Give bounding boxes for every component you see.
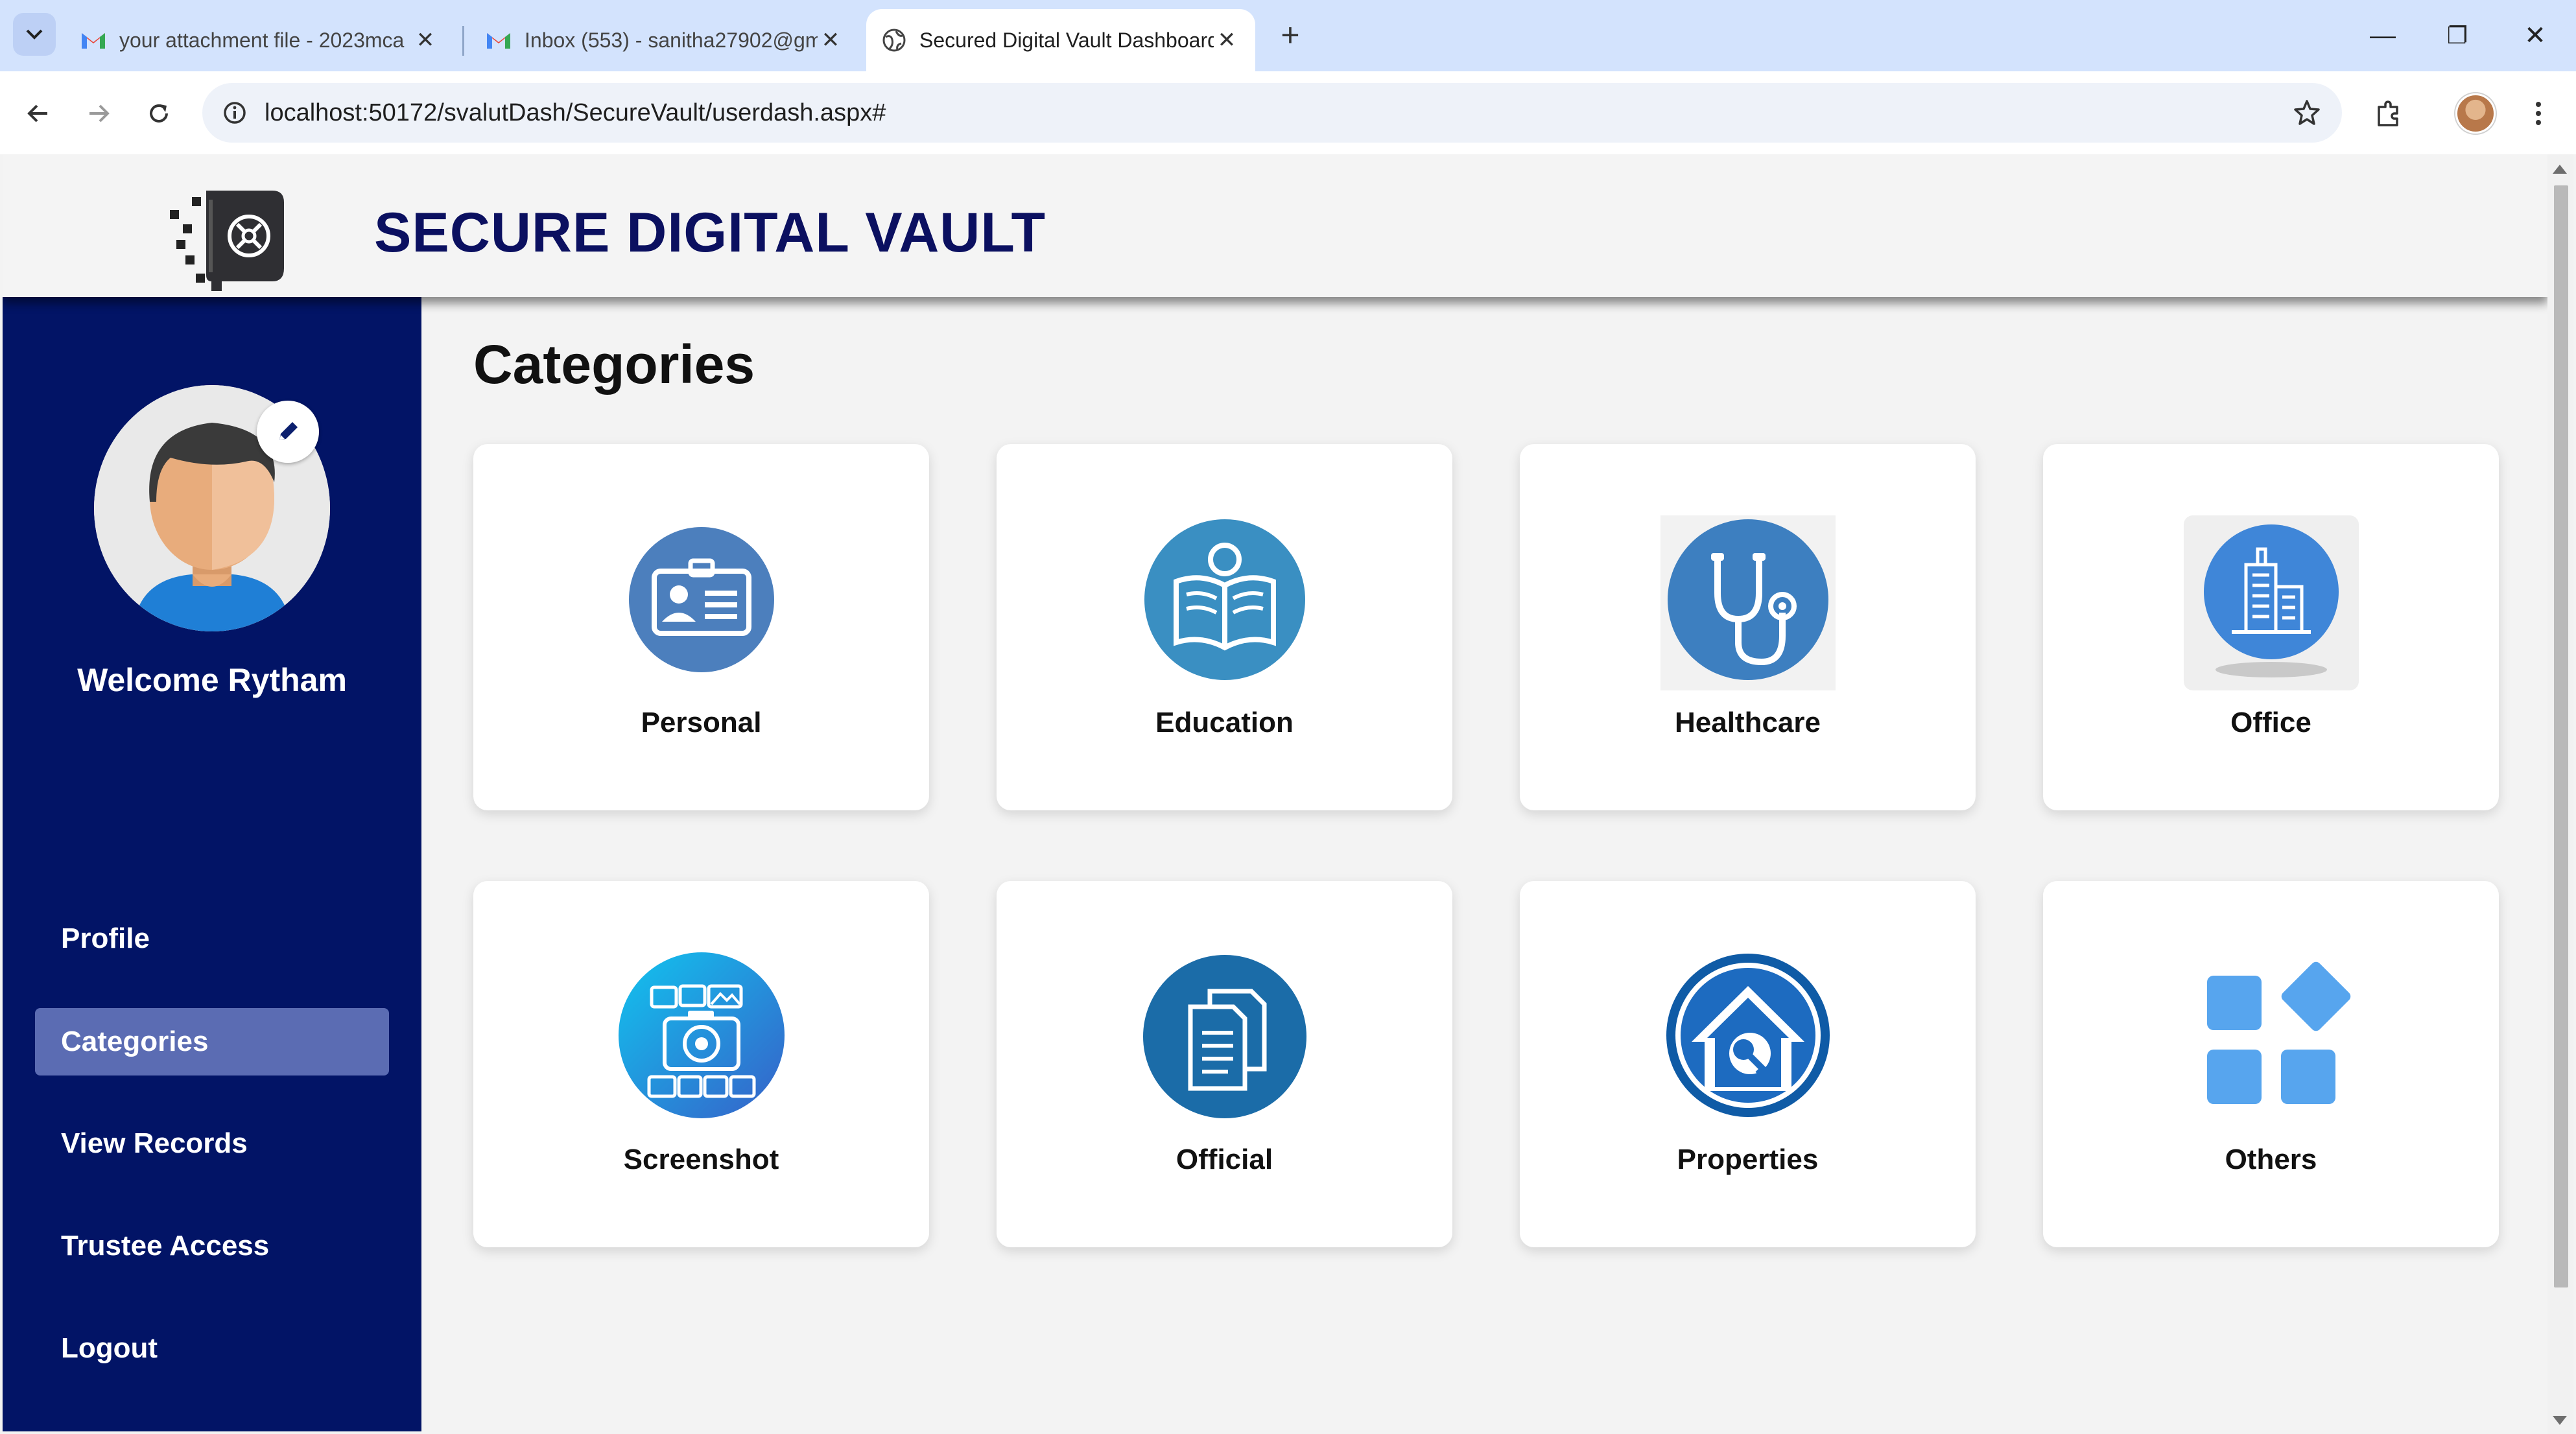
category-label: Others [2225,1144,2317,1175]
category-label: Personal [641,707,762,738]
sidebar-item-view-records[interactable]: View Records [35,1110,389,1177]
category-label: Properties [1677,1144,1819,1175]
stethoscope-icon [1660,515,1836,690]
app-grid-icon [2206,961,2350,1104]
star-icon [2294,100,2320,125]
tab-attachment[interactable]: your attachment file - 2023mca ✕ [65,9,454,71]
window-close-button[interactable]: ✕ [2509,13,2561,58]
window-minimize-button[interactable]: — [2357,13,2409,58]
house-key-icon [1666,954,1830,1117]
sidebar-item-profile[interactable]: Profile [35,905,389,972]
welcome-text: Welcome Rytham [77,662,347,698]
sidebar-item-trustee-access[interactable]: Trustee Access [35,1212,389,1280]
scroll-down-arrow-icon[interactable] [2553,1416,2567,1425]
tab-close-icon[interactable]: ✕ [1214,27,1240,53]
tab-inbox[interactable]: Inbox (553) - sanitha27902@gm ✕ [470,9,859,71]
office-building-icon [2183,515,2359,690]
gmail-icon [82,33,105,49]
category-label: Healthcare [1674,707,1821,738]
forward-button[interactable] [76,91,121,136]
reload-icon [150,104,168,123]
documents-icon [1142,955,1306,1118]
camera-collage-icon [618,952,785,1118]
puzzle-icon [2378,100,2398,126]
page-title: Categories [473,334,755,395]
new-tab-button[interactable]: + [1271,17,1310,56]
edit-profile-button[interactable] [257,401,319,463]
category-card-personal[interactable]: Personal [473,444,929,810]
main-content: Categories Personal Education Healthcare… [421,297,2547,1431]
category-card-others[interactable]: Others [2043,881,2499,1247]
sidebar-item-logout[interactable]: Logout [35,1315,389,1382]
bookmark-button[interactable] [2287,93,2326,132]
site-title: SECURE DIGITAL VAULT [374,202,1046,264]
open-book-icon [1144,519,1305,680]
extensions-button[interactable] [2367,91,2412,136]
site-header: SECURE DIGITAL VAULT [3,154,2547,297]
tab-title: Secured Digital Vault Dashboard [919,28,1214,52]
arrow-left-icon [27,104,47,123]
back-button[interactable] [16,91,61,136]
address-bar[interactable]: localhost:50172/svalutDash/SecureVault/u… [202,83,2342,143]
category-card-education[interactable]: Education [997,444,1452,810]
tab-close-icon[interactable]: ✕ [818,27,844,53]
web-page: SECURE DIGITAL VAULT Welcome Rytham Prof… [3,154,2547,1431]
page-scrollbar[interactable] [2547,154,2573,1434]
browser-menu-button[interactable] [2516,91,2561,136]
scroll-up-arrow-icon[interactable] [2553,165,2567,174]
category-card-official[interactable]: Official [997,881,1452,1247]
category-label: Screenshot [623,1144,779,1175]
scroll-thumb[interactable] [2554,185,2568,1287]
reload-button[interactable] [136,91,182,136]
category-card-properties[interactable]: Properties [1520,881,1976,1247]
more-vertical-icon [2536,102,2541,125]
tab-search-button[interactable] [13,13,56,56]
globe-icon [882,29,906,52]
gmail-icon [487,33,510,49]
category-card-screenshot[interactable]: Screenshot [473,881,929,1247]
arrow-right-icon [89,104,110,123]
browser-toolbar: localhost:50172/svalutDash/SecureVault/u… [0,71,2576,154]
category-label: Official [1176,1144,1273,1175]
sidebar: Welcome Rytham Profile Categories View R… [3,297,421,1431]
id-card-icon [628,527,774,672]
chevron-down-icon [26,29,43,40]
tab-title: Inbox (553) - sanitha27902@gm [525,28,818,52]
url-text[interactable]: localhost:50172/svalutDash/SecureVault/u… [265,83,886,143]
tab-separator [462,26,464,56]
profile-avatar-button[interactable] [2453,91,2498,136]
tab-title: your attachment file - 2023mca [119,28,405,52]
category-label: Office [2230,707,2311,738]
tab-close-icon[interactable]: ✕ [412,27,438,53]
category-card-healthcare[interactable]: Healthcare [1520,444,1976,810]
site-info-button[interactable] [215,93,254,132]
window-restore-button[interactable]: ❐ [2431,13,2483,58]
sidebar-item-categories[interactable]: Categories [35,1008,389,1076]
info-icon [224,102,246,124]
browser-tab-strip: your attachment file - 2023mca ✕ Inbox (… [0,0,2576,71]
avatar [2455,93,2496,134]
category-card-office[interactable]: Office [2043,444,2499,810]
category-label: Education [1155,707,1294,738]
tab-secure-vault[interactable]: Secured Digital Vault Dashboard ✕ [866,9,1255,71]
vault-safe-icon [170,191,284,291]
pencil-icon [279,422,298,440]
